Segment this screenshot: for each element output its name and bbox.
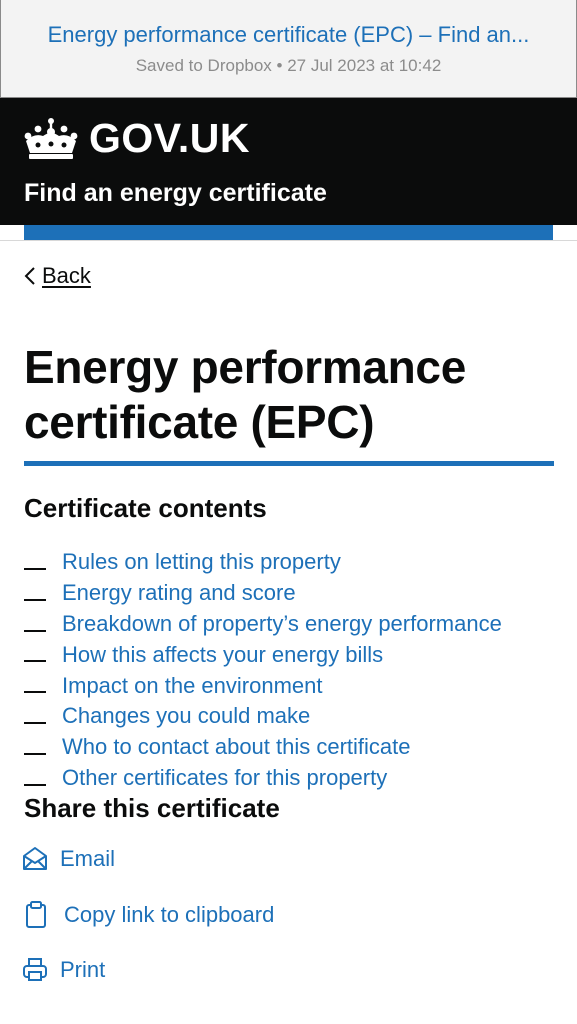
title-rule	[24, 461, 554, 466]
copy-link-label: Copy link to clipboard	[64, 902, 275, 927]
back-link[interactable]: Back	[24, 262, 91, 290]
contents-item: Who to contact about this certificate	[24, 732, 502, 763]
contents-link-other-certificates[interactable]: Other certificates for this property	[62, 765, 387, 791]
share-email-label: Email	[60, 846, 116, 871]
browser-title-bar: Energy performance certificate (EPC) – F…	[0, 0, 577, 98]
contents-item: Energy rating and score	[24, 578, 502, 609]
dash-icon	[24, 783, 46, 786]
dash-icon	[24, 691, 46, 694]
dash-icon	[24, 568, 46, 570]
contents-list: Rules on letting this property Energy ra…	[24, 547, 502, 793]
service-name-link[interactable]: Find an energy certificate	[24, 178, 327, 208]
header-accent-bar	[24, 225, 553, 240]
envelope-icon	[23, 847, 47, 870]
print-button[interactable]: Print	[22, 957, 105, 983]
back-link-label: Back	[42, 263, 91, 288]
share-email-link[interactable]: Email	[22, 846, 115, 872]
print-label: Print	[60, 957, 106, 982]
contents-link-environment[interactable]: Impact on the environment	[62, 673, 322, 699]
header-divider	[0, 240, 577, 241]
dash-icon	[24, 721, 46, 724]
dash-icon	[24, 598, 46, 601]
chevron-left-icon	[24, 267, 35, 285]
dash-icon	[24, 629, 46, 632]
contents-link-energy-bills[interactable]: How this affects your energy bills	[62, 642, 383, 668]
contents-item: Other certificates for this property	[24, 763, 502, 794]
printer-icon	[23, 958, 47, 981]
contents-link-breakdown[interactable]: Breakdown of property’s energy performan…	[62, 611, 502, 637]
contents-heading: Certificate contents	[24, 493, 267, 523]
saved-info: Saved to Dropbox • 27 Jul 2023 at 10:42	[135, 56, 442, 75]
contents-item: Breakdown of property’s energy performan…	[24, 609, 502, 640]
govuk-wordmark: GOV.UK	[89, 115, 250, 161]
dash-icon	[24, 752, 46, 755]
crown-icon	[24, 118, 78, 159]
dash-icon	[24, 660, 46, 663]
contents-link-letting-rules[interactable]: Rules on letting this property	[62, 549, 341, 575]
contents-link-contact[interactable]: Who to contact about this certificate	[62, 734, 411, 760]
contents-item: How this affects your energy bills	[24, 639, 502, 670]
page-title-link[interactable]: Energy performance certificate (EPC) – F…	[1, 22, 576, 48]
contents-item: Impact on the environment	[24, 670, 502, 701]
govuk-logo-link[interactable]: GOV.UK	[24, 116, 250, 160]
page-title: Energy performance certificate (EPC)	[24, 341, 466, 448]
contents-link-energy-rating[interactable]: Energy rating and score	[62, 580, 296, 606]
clipboard-icon	[26, 901, 46, 928]
contents-link-changes[interactable]: Changes you could make	[62, 703, 310, 729]
govuk-header: GOV.UK Find an energy certificate	[0, 98, 577, 225]
contents-item: Changes you could make	[24, 701, 502, 732]
share-heading: Share this certificate	[24, 793, 280, 823]
contents-item: Rules on letting this property	[24, 547, 502, 578]
copy-link-button[interactable]: Copy link to clipboard	[22, 900, 274, 930]
